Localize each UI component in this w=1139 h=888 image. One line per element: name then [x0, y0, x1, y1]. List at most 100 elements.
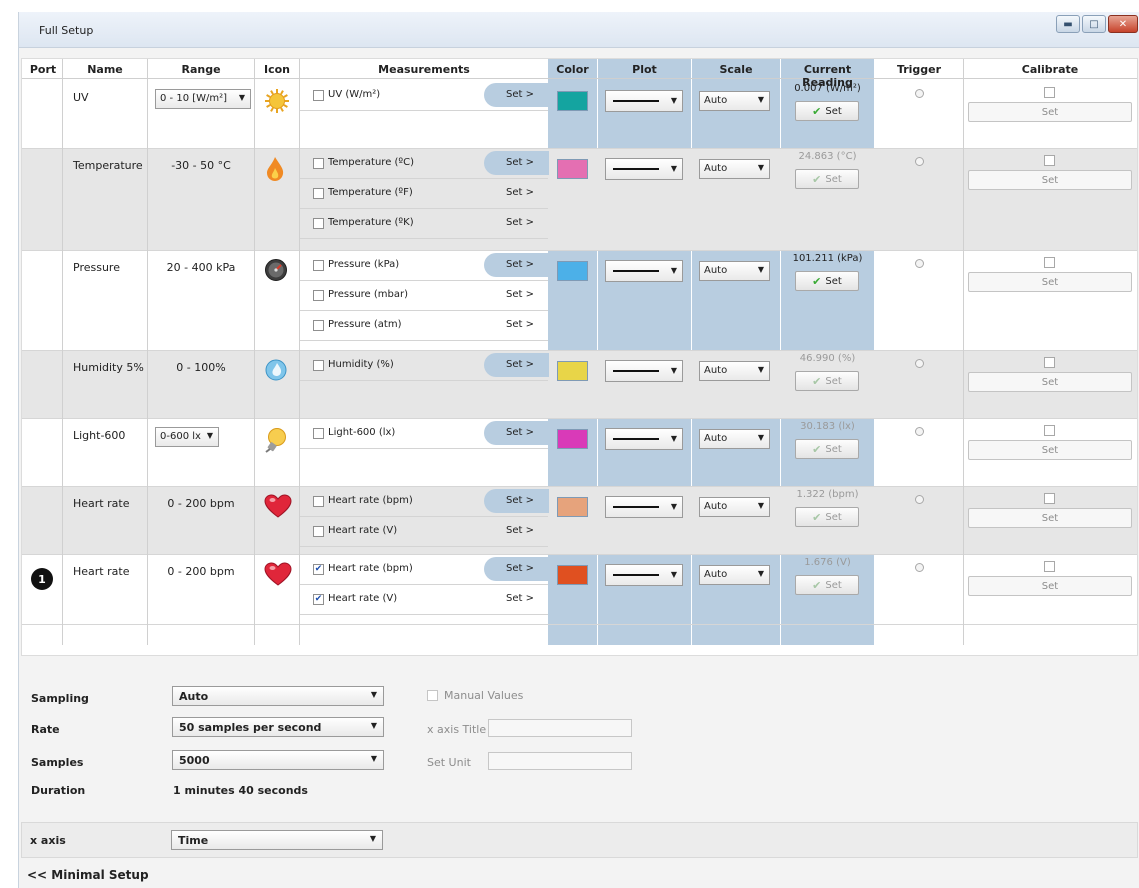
reading-set-button[interactable]: ✔ Set	[795, 101, 859, 121]
measurement-set-link[interactable]: Set >	[506, 525, 534, 536]
scale-select[interactable]: Auto ▼	[699, 429, 770, 449]
measurement-set-link[interactable]: Set >	[506, 289, 534, 300]
calibrate-set-button[interactable]: Set	[968, 508, 1132, 528]
calibrate-checkbox[interactable]	[1044, 257, 1055, 268]
plot-style-select[interactable]: ▼	[605, 90, 683, 112]
reading-set-button[interactable]: ✔ Set	[795, 439, 859, 459]
sensor-name: UV	[73, 91, 89, 104]
manual-values-checkbox[interactable]	[427, 690, 438, 701]
scale-select[interactable]: Auto ▼	[699, 91, 770, 111]
reading-set-button[interactable]: ✔ Set	[795, 507, 859, 527]
reading-set-button[interactable]: ✔ Set	[795, 575, 859, 595]
trigger-radio[interactable]	[915, 495, 924, 504]
calibrate-checkbox[interactable]	[1044, 561, 1055, 572]
color-swatch[interactable]	[557, 429, 588, 449]
measurement-checkbox[interactable]	[313, 260, 324, 271]
heart-icon	[264, 562, 292, 586]
set-unit-input[interactable]	[488, 752, 632, 770]
measurement-set-link[interactable]: Set >	[506, 359, 534, 370]
trigger-radio[interactable]	[915, 563, 924, 572]
color-swatch[interactable]	[557, 261, 588, 281]
plot-style-select[interactable]: ▼	[605, 360, 683, 382]
calibrate-set-button[interactable]: Set	[968, 440, 1132, 460]
reading-set-button[interactable]: ✔ Set	[795, 169, 859, 189]
range-select[interactable]: 0 - 10 [W/m²] ▼	[155, 89, 251, 109]
measurement-checkbox[interactable]	[313, 428, 324, 439]
color-swatch[interactable]	[557, 497, 588, 517]
calibrate-set-button[interactable]: Set	[968, 102, 1132, 122]
scale-select[interactable]: Auto ▼	[699, 159, 770, 179]
measurement-set-link[interactable]: Set >	[506, 563, 534, 574]
measurement-checkbox[interactable]	[313, 320, 324, 331]
measurement-set-link[interactable]: Set >	[506, 259, 534, 270]
measurement-checkbox[interactable]	[313, 290, 324, 301]
measurement-checkbox[interactable]	[313, 526, 324, 537]
color-swatch[interactable]	[557, 361, 588, 381]
measurement-set-link[interactable]: Set >	[506, 217, 534, 228]
samples-select[interactable]: 5000 ▼	[172, 750, 384, 770]
calibrate-checkbox[interactable]	[1044, 357, 1055, 368]
trigger-radio[interactable]	[915, 359, 924, 368]
calibrate-checkbox[interactable]	[1044, 87, 1055, 98]
scale-value: Auto	[704, 95, 728, 106]
measurement-checkbox[interactable]	[313, 90, 324, 101]
plot-style-select[interactable]: ▼	[605, 496, 683, 518]
measurement-label: Temperature (ºF)	[328, 187, 413, 198]
scale-select[interactable]: Auto ▼	[699, 261, 770, 281]
scale-select[interactable]: Auto ▼	[699, 361, 770, 381]
check-icon: ✔	[812, 442, 822, 456]
trigger-radio[interactable]	[915, 427, 924, 436]
current-reading: 30.183 (lx)	[800, 421, 855, 432]
minimal-setup-link[interactable]: << Minimal Setup	[27, 868, 149, 882]
minimize-icon[interactable]: ▬	[1056, 15, 1080, 33]
flame-icon	[264, 156, 286, 182]
scale-select[interactable]: Auto ▼	[699, 565, 770, 585]
color-swatch[interactable]	[557, 91, 588, 111]
calibrate-set-button[interactable]: Set	[968, 576, 1132, 596]
sampling-select[interactable]: Auto ▼	[172, 686, 384, 706]
measurement-set-link[interactable]: Set >	[506, 187, 534, 198]
chevron-down-icon: ▼	[670, 164, 677, 173]
trigger-radio[interactable]	[915, 157, 924, 166]
range-select[interactable]: 0-600 lx ▼	[155, 427, 219, 447]
measurement-checkbox[interactable]	[313, 188, 324, 199]
current-reading: 1.322 (bpm)	[796, 489, 859, 500]
scale-select[interactable]: Auto ▼	[699, 497, 770, 517]
calibrate-set-button[interactable]: Set	[968, 170, 1132, 190]
measurement-set-link[interactable]: Set >	[506, 157, 534, 168]
plot-style-select[interactable]: ▼	[605, 564, 683, 586]
calibrate-set-button[interactable]: Set	[968, 272, 1132, 292]
measurement-set-link[interactable]: Set >	[506, 89, 534, 100]
measurement-set-link[interactable]: Set >	[506, 495, 534, 506]
measurement-set-link[interactable]: Set >	[506, 319, 534, 330]
calibrate-checkbox[interactable]	[1044, 493, 1055, 504]
x-axis-select[interactable]: Time ▼	[171, 830, 383, 850]
calibrate-set-button[interactable]: Set	[968, 372, 1132, 392]
calibrate-checkbox[interactable]	[1044, 155, 1055, 166]
trigger-radio[interactable]	[915, 259, 924, 268]
measurement-checkbox[interactable]: ✔	[313, 594, 324, 605]
chevron-down-icon: ▼	[757, 265, 764, 274]
measurement-set-link[interactable]: Set >	[506, 427, 534, 438]
measurement-checkbox[interactable]	[313, 158, 324, 169]
plot-style-select[interactable]: ▼	[605, 158, 683, 180]
plot-style-select[interactable]: ▼	[605, 260, 683, 282]
trigger-radio[interactable]	[915, 89, 924, 98]
measurement-set-link[interactable]: Set >	[506, 593, 534, 604]
header-measurements: Measurements	[378, 63, 470, 76]
measurement-checkbox[interactable]: ✔	[313, 564, 324, 575]
line-style-preview	[613, 168, 659, 170]
measurement-checkbox[interactable]	[313, 360, 324, 371]
reading-set-button[interactable]: ✔ Set	[795, 371, 859, 391]
measurement-checkbox[interactable]	[313, 496, 324, 507]
plot-style-select[interactable]: ▼	[605, 428, 683, 450]
rate-select[interactable]: 50 samples per second ▼	[172, 717, 384, 737]
color-swatch[interactable]	[557, 159, 588, 179]
maximize-icon[interactable]: □	[1082, 15, 1106, 33]
calibrate-checkbox[interactable]	[1044, 425, 1055, 436]
close-icon[interactable]: ✕	[1108, 15, 1138, 33]
x-axis-title-input[interactable]	[488, 719, 632, 737]
color-swatch[interactable]	[557, 565, 588, 585]
measurement-checkbox[interactable]	[313, 218, 324, 229]
reading-set-button[interactable]: ✔ Set	[795, 271, 859, 291]
